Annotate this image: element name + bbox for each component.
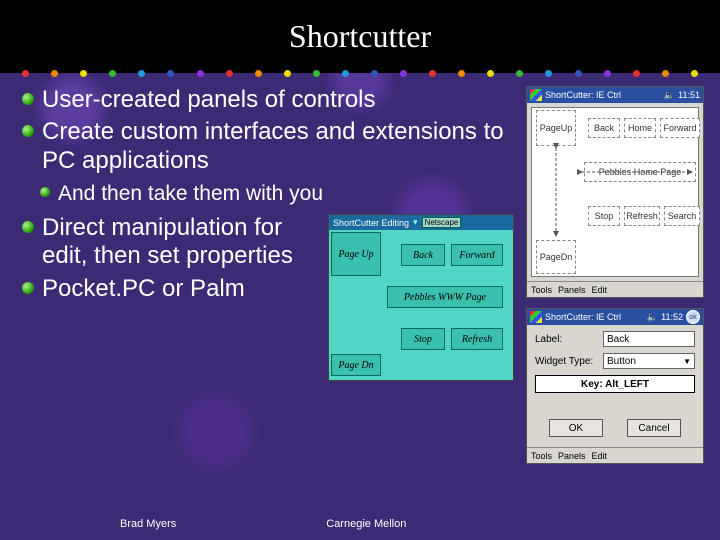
pda1-titlebar: ShortCutter: IE Ctrl 11:51 xyxy=(527,87,703,103)
footer-right: Carnegie Mellon xyxy=(326,518,406,530)
edit-titlebar: ShortCutter Editing ▾ Netscape xyxy=(329,215,513,230)
label-input: Back xyxy=(603,331,695,347)
bullet-2: Create custom interfaces and extensions … xyxy=(18,118,518,175)
type-value: Button xyxy=(607,356,636,367)
pda2-ok-circle: ok xyxy=(686,310,700,324)
pda2-bottom-tools: Tools xyxy=(531,451,552,461)
edit-btn-forward: Forward xyxy=(451,244,503,266)
pda1-canvas: PageUp Back Home Forward Pebbles Home Pa… xyxy=(531,107,699,277)
field-label: Label: Back xyxy=(535,331,695,347)
key-display: Key: Alt_LEFT xyxy=(535,375,695,393)
pda2-button-row: OK Cancel xyxy=(535,413,695,445)
pda2-bottom-panels: Panels xyxy=(558,451,586,461)
bullet-list-lower: Direct manipulation for edit, then set p… xyxy=(18,214,320,303)
label-lbl: Label: xyxy=(535,334,603,345)
screenshot-column: ShortCutter: IE Ctrl 11:51 PageUp Back H… xyxy=(526,86,706,464)
bullet-3: Direct manipulation for edit, then set p… xyxy=(18,214,320,271)
speaker-icon xyxy=(664,90,675,101)
lower-row: Direct manipulation for edit, then set p… xyxy=(18,214,518,381)
bullet-list: User-created panels of controls Create c… xyxy=(18,86,518,175)
type-lbl: Widget Type: xyxy=(535,356,603,367)
lower-text: Direct manipulation for edit, then set p… xyxy=(18,214,320,381)
pda2-titlebar: ShortCutter: IE Ctrl 11:52 ok xyxy=(527,309,703,325)
windows-flag-icon xyxy=(530,89,542,101)
pda1-title: ShortCutter: IE Ctrl xyxy=(545,90,661,100)
slide-title: Shortcutter xyxy=(289,18,431,55)
edit-btn-pebbles: Pebbles WWW Page xyxy=(387,286,503,308)
speaker-icon xyxy=(647,312,658,323)
pda2-time: 11:52 xyxy=(661,312,683,322)
edit-tag: Netscape xyxy=(422,217,462,228)
chevron-down-icon: ▼ xyxy=(683,357,691,366)
pda1-time: 11:51 xyxy=(678,90,700,100)
edit-btn-refresh: Refresh xyxy=(451,328,503,350)
edit-btn-pagedn: Page Dn xyxy=(331,354,381,376)
pda1-bottom-edit: Edit xyxy=(592,285,608,295)
pda2-title: ShortCutter: IE Ctrl xyxy=(545,312,644,322)
pda2-bottombar: Tools Panels Edit xyxy=(527,447,703,463)
edit-panel: ShortCutter Editing ▾ Netscape Page Up B… xyxy=(328,214,514,381)
pda1-arrows xyxy=(532,108,708,278)
bullet-4: Pocket.PC or Palm xyxy=(18,275,320,303)
pda2-cancel-button: Cancel xyxy=(627,419,681,437)
edit-body: Page Up Back Forward Pebbles WWW Page St… xyxy=(329,230,513,380)
sub-bullet-list: And then take them with you xyxy=(18,181,518,206)
windows-flag-icon xyxy=(530,311,542,323)
slide: Shortcutter User-created panels of contr… xyxy=(0,0,720,540)
edit-btn-stop: Stop xyxy=(401,328,445,350)
content-area: User-created panels of controls Create c… xyxy=(0,76,720,464)
text-column: User-created panels of controls Create c… xyxy=(18,86,518,464)
edit-btn-back: Back xyxy=(401,244,445,266)
pda1-bottom-panels: Panels xyxy=(558,285,586,295)
edit-title: ShortCutter Editing xyxy=(333,218,409,228)
footer: Brad Myers Carnegie Mellon xyxy=(0,518,540,530)
bullet-1: User-created panels of controls xyxy=(18,86,518,114)
edit-screenshot: ShortCutter Editing ▾ Netscape Page Up B… xyxy=(328,214,518,381)
pda-properties: ShortCutter: IE Ctrl 11:52 ok Label: Bac… xyxy=(526,308,704,464)
bullet-2-sub: And then take them with you xyxy=(18,181,518,206)
pda2-form: Label: Back Widget Type: Button ▼ Key: A… xyxy=(527,325,703,447)
pda1-bottom-tools: Tools xyxy=(531,285,552,295)
field-widget-type: Widget Type: Button ▼ xyxy=(535,353,695,369)
pda-layout: ShortCutter: IE Ctrl 11:51 PageUp Back H… xyxy=(526,86,704,298)
pda2-ok-button: OK xyxy=(549,419,603,437)
pda1-bottombar: Tools Panels Edit xyxy=(527,281,703,297)
title-band: Shortcutter xyxy=(0,0,720,73)
edit-btn-pageup: Page Up xyxy=(331,232,381,276)
type-select: Button ▼ xyxy=(603,353,695,369)
pda2-bottom-edit: Edit xyxy=(592,451,608,461)
footer-left: Brad Myers xyxy=(120,518,176,530)
